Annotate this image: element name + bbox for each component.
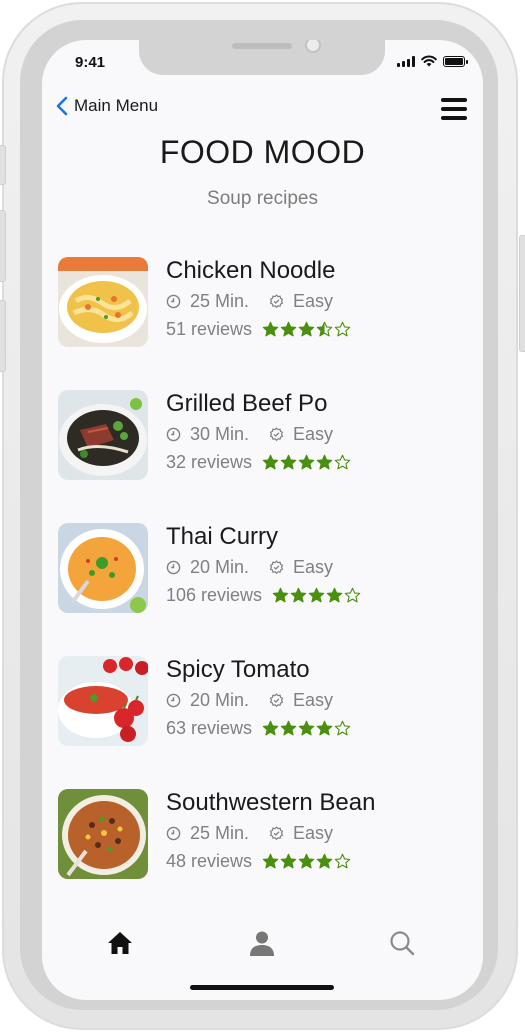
- rating-stars: [262, 853, 351, 870]
- page-title: FOOD MOOD: [159, 134, 366, 170]
- recipe-time: 25 Min.: [190, 291, 250, 311]
- clock-icon: [166, 427, 181, 441]
- star-filled-icon: [262, 720, 279, 735]
- recipe-reviews: 51 reviews: [166, 319, 253, 339]
- rating-stars: [262, 454, 351, 471]
- clock-icon: [166, 826, 181, 840]
- recipe-time: 25 Min.: [190, 823, 250, 843]
- profile-icon: [250, 931, 274, 956]
- front-camera: [305, 40, 321, 53]
- recipe-item-southwestern-bean[interactable]: Southwestern Bean 25 Min. Easy 48 review…: [58, 789, 468, 881]
- star-filled-icon: [280, 454, 297, 469]
- clock-icon: [166, 294, 181, 308]
- recipe-difficulty: Easy: [293, 557, 334, 577]
- star-empty-icon: [334, 454, 351, 469]
- tab-search[interactable]: [388, 929, 418, 959]
- recipe-item-thai-curry[interactable]: Thai Curry 20 Min. Easy 106 reviews: [58, 523, 468, 615]
- star-empty-icon: [334, 853, 351, 868]
- recipe-photo-thai-curry: [58, 523, 148, 613]
- recipe-name: Chicken Noodle: [166, 257, 336, 284]
- star-filled-icon: [290, 587, 307, 602]
- recipe-time: 20 Min.: [190, 690, 250, 710]
- recipe-photo-chicken-noodle: [58, 257, 148, 347]
- tab-profile[interactable]: [248, 929, 278, 959]
- status-icons: [397, 55, 468, 67]
- phone-screen: 9:41 Main Menu FOOD MOOD Soup recipes Ch…: [42, 40, 483, 1000]
- difficulty-badge-icon: [269, 559, 284, 574]
- star-filled-icon: [326, 587, 343, 602]
- recipe-name: Grilled Beef Po: [166, 390, 328, 417]
- recipe-difficulty: Easy: [293, 424, 334, 444]
- cellular-signal-icon: [397, 55, 415, 67]
- star-filled-icon: [272, 587, 289, 602]
- rating-stars: [262, 720, 351, 737]
- tab-bar: [42, 925, 483, 965]
- recipe-time: 20 Min.: [190, 557, 250, 577]
- star-filled-icon: [280, 321, 297, 336]
- recipe-item-grilled-beef-po[interactable]: Grilled Beef Po 30 Min. Easy 32 reviews: [58, 390, 468, 482]
- star-filled-icon: [308, 587, 325, 602]
- recipe-difficulty: Easy: [293, 291, 334, 311]
- rating-stars: [262, 321, 351, 338]
- search-icon: [390, 931, 415, 956]
- home-indicator[interactable]: [190, 985, 334, 990]
- recipe-photo-spicy-tomato: [58, 656, 148, 746]
- star-half-icon: [316, 321, 333, 336]
- recipe-item-chicken-noodle[interactable]: Chicken Noodle 25 Min. Easy 51 reviews: [58, 257, 468, 349]
- star-filled-icon: [262, 321, 279, 336]
- star-filled-icon: [262, 853, 279, 868]
- notch: [139, 40, 385, 75]
- status-time: 9:41: [75, 54, 106, 71]
- star-filled-icon: [262, 454, 279, 469]
- chevron-left-icon: [56, 96, 68, 116]
- star-filled-icon: [280, 853, 297, 868]
- star-filled-icon: [316, 853, 333, 868]
- recipe-photo-southwestern-bean: [58, 789, 148, 879]
- clock-icon: [166, 560, 181, 574]
- difficulty-badge-icon: [269, 426, 284, 441]
- recipe-reviews: 32 reviews: [166, 452, 253, 472]
- speaker: [232, 43, 292, 49]
- hamburger-menu-icon[interactable]: [441, 98, 467, 120]
- star-filled-icon: [316, 454, 333, 469]
- clock-icon: [166, 693, 181, 707]
- back-button-label: Main Menu: [74, 96, 159, 115]
- tab-home[interactable]: [106, 929, 136, 959]
- recipe-reviews: 106 reviews: [166, 585, 263, 605]
- side-button-volume-down: [0, 300, 6, 372]
- recipe-item-spicy-tomato[interactable]: Spicy Tomato 20 Min. Easy 63 reviews: [58, 656, 468, 748]
- battery-icon: [443, 55, 468, 67]
- recipe-name: Spicy Tomato: [166, 656, 310, 683]
- difficulty-badge-icon: [269, 293, 284, 308]
- recipe-photo-grilled-beef-po: [58, 390, 148, 480]
- star-filled-icon: [298, 321, 315, 336]
- star-empty-icon: [334, 321, 351, 336]
- recipe-reviews: 48 reviews: [166, 851, 253, 871]
- recipe-reviews: 63 reviews: [166, 718, 253, 738]
- recipe-name: Thai Curry: [166, 523, 279, 550]
- recipe-difficulty: Easy: [293, 690, 334, 710]
- difficulty-badge-icon: [269, 692, 284, 707]
- star-filled-icon: [316, 720, 333, 735]
- star-filled-icon: [298, 853, 315, 868]
- recipe-difficulty: Easy: [293, 823, 334, 843]
- recipe-time: 30 Min.: [190, 424, 250, 444]
- difficulty-badge-icon: [269, 825, 284, 840]
- star-empty-icon: [344, 587, 361, 602]
- home-icon: [108, 932, 132, 954]
- rating-stars: [272, 587, 361, 604]
- recipe-name: Southwestern Bean: [166, 789, 376, 816]
- page-subtitle: Soup recipes: [207, 188, 318, 209]
- side-button-power: [519, 235, 525, 352]
- wifi-icon: [421, 55, 437, 67]
- star-filled-icon: [298, 454, 315, 469]
- back-button[interactable]: Main Menu: [56, 96, 158, 116]
- side-button-volume-up: [0, 210, 6, 282]
- star-empty-icon: [334, 720, 351, 735]
- star-filled-icon: [298, 720, 315, 735]
- star-filled-icon: [280, 720, 297, 735]
- side-button-mute: [0, 145, 6, 185]
